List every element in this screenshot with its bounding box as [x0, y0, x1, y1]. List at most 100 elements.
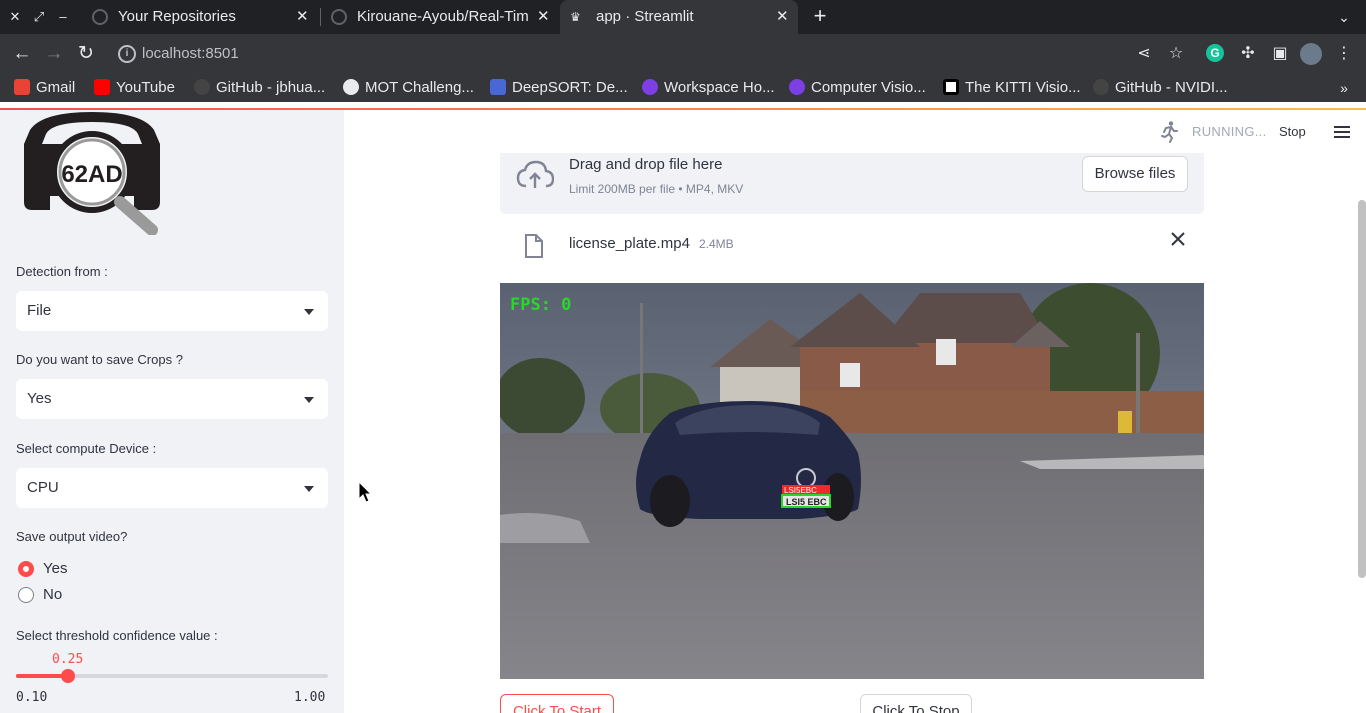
browse-files-button[interactable]: Browse files — [1082, 156, 1188, 192]
bookmark-youtube[interactable]: YouTube — [94, 74, 175, 102]
kitti-icon — [943, 79, 959, 95]
page-scrollbar[interactable] — [1358, 200, 1366, 578]
start-button[interactable]: Click To Start — [500, 694, 614, 713]
dropzone-title: Drag and drop file here — [569, 156, 723, 173]
threshold-label: Select threshold confidence value : — [16, 628, 218, 643]
uploaded-file-size: 2.4MB — [699, 237, 734, 251]
streamlit-crown-icon: ♛ — [570, 10, 581, 24]
remove-file-icon[interactable] — [1170, 231, 1186, 247]
threshold-min-value: 0.10 — [16, 690, 48, 705]
bookmark-label: YouTube — [116, 79, 175, 96]
tab-search-icon[interactable]: ⌄ — [1334, 0, 1354, 34]
window-minimize-icon[interactable]: – — [54, 8, 72, 26]
bookmark-label: DeepSORT: De... — [512, 79, 628, 96]
detection-label-text: LSI5EBC — [784, 486, 817, 495]
github-icon — [1093, 79, 1109, 95]
file-dropzone[interactable]: Drag and drop file here Limit 200MB per … — [500, 153, 1204, 214]
bookmark-label: The KITTI Visio... — [965, 79, 1081, 96]
running-man-icon — [1161, 121, 1178, 143]
gmail-icon — [14, 79, 30, 95]
sidebar: 62AD Detection from : File Do you want t… — [0, 110, 344, 713]
select-value: Yes — [27, 390, 52, 407]
bookmark-star-icon[interactable]: ☆ — [1166, 44, 1186, 64]
window-close-icon[interactable]: ✕ — [6, 8, 24, 26]
save-video-label: Save output video? — [16, 529, 128, 544]
stop-run-button[interactable]: Stop — [1279, 124, 1306, 139]
tab-title: Your Repositories — [118, 8, 236, 25]
tab-close-icon[interactable]: ✕ — [776, 0, 789, 34]
reload-icon[interactable]: ↻ — [74, 42, 98, 66]
running-text: RUNNING... — [1192, 124, 1267, 139]
bookmark-kitti[interactable]: The KITTI Visio... — [943, 74, 1081, 102]
url-text: localhost:8501 — [142, 45, 239, 62]
bookmark-label: GitHub - NVIDI... — [1115, 79, 1228, 96]
bookmark-workspace[interactable]: Workspace Ho... — [642, 74, 775, 102]
radio-checked-icon — [18, 561, 34, 577]
back-arrow-icon[interactable]: ← — [10, 42, 34, 66]
bookmark-computer-vision[interactable]: Computer Visio... — [789, 74, 926, 102]
compute-device-label: Select compute Device : — [16, 441, 157, 456]
github-icon — [194, 79, 210, 95]
bookmark-deepsort[interactable]: DeepSORT: De... — [490, 74, 628, 102]
bookmark-gmail[interactable]: Gmail — [14, 74, 75, 102]
stop-button[interactable]: Click To Stop — [860, 694, 972, 713]
bookmarks-overflow-icon[interactable]: » — [1334, 74, 1354, 102]
video-frame: LSI5EBC LSI5 EBC FPS: 0 — [500, 283, 1204, 679]
tab-your-repositories[interactable]: Your Repositories ✕ — [82, 0, 320, 34]
compute-device-select[interactable]: CPU — [16, 468, 328, 508]
license-plate-text: LSI5 EBC — [786, 497, 827, 507]
file-icon — [525, 234, 543, 258]
github-icon — [331, 9, 347, 25]
chevron-down-icon — [304, 486, 314, 492]
tab-title: Kirouane-Ayoub/Real-Tim — [357, 8, 529, 25]
dropzone-limit-text: Limit 200MB per file • MP4, MKV — [569, 182, 744, 196]
site-info-icon[interactable]: i — [118, 45, 136, 63]
bookmark-label: Gmail — [36, 79, 76, 96]
save-crops-label: Do you want to save Crops ? — [16, 352, 183, 367]
radio-label: No — [43, 586, 63, 603]
extensions-puzzle-icon[interactable]: ✣ — [1238, 44, 1258, 64]
bookmark-github-jbhua[interactable]: GitHub - jbhua... — [194, 74, 325, 102]
save-crops-select[interactable]: Yes — [16, 379, 328, 419]
tab-kirouane-repo[interactable]: Kirouane-Ayoub/Real-Tim ✕ — [321, 0, 559, 34]
threshold-slider[interactable] — [16, 669, 328, 683]
main-content: RUNNING... Stop Drag and drop file here … — [344, 110, 1366, 713]
roboflow-icon — [642, 79, 658, 95]
main-menu-icon[interactable] — [1334, 126, 1350, 138]
detection-source-label: Detection from : — [16, 264, 108, 279]
chevron-down-icon — [304, 397, 314, 403]
youtube-icon — [94, 79, 110, 95]
browser-menu-icon[interactable]: ⋮ — [1334, 44, 1354, 64]
forward-arrow-icon[interactable]: → — [42, 42, 66, 66]
bookmark-github-nvidia[interactable]: GitHub - NVIDI... — [1093, 74, 1228, 102]
tab-close-icon[interactable]: ✕ — [296, 0, 309, 34]
detection-source-select[interactable]: File — [16, 291, 328, 331]
github-icon — [92, 9, 108, 25]
profile-avatar-icon[interactable] — [1300, 43, 1322, 65]
uploaded-file-row: license_plate.mp4 2.4MB — [500, 226, 1204, 266]
side-panel-icon[interactable]: ▣ — [1270, 44, 1290, 64]
fps-overlay: FPS: 0 — [510, 295, 571, 315]
mouse-cursor-icon — [358, 481, 372, 503]
bookmark-label: Workspace Ho... — [664, 79, 775, 96]
slider-thumb[interactable] — [61, 669, 75, 683]
roboflow-icon — [789, 79, 805, 95]
bookmark-mot-challenge[interactable]: MOT Challeng... — [343, 74, 474, 102]
browser-tab-bar: ✕ ⤢ – Your Repositories ✕ Kirouane-Ayoub… — [0, 0, 1366, 34]
tab-close-icon[interactable]: ✕ — [537, 0, 550, 34]
select-value: File — [27, 302, 52, 319]
tab-streamlit-app[interactable]: ♛ app · Streamlit ✕ — [560, 0, 798, 34]
logo-plate-text: 62AD — [61, 161, 122, 188]
new-tab-button[interactable]: + — [808, 0, 832, 34]
uploaded-file-name: license_plate.mp4 — [569, 235, 690, 252]
bookmark-label: MOT Challeng... — [365, 79, 474, 96]
radio-label: Yes — [43, 560, 68, 577]
bookmarks-bar: Gmail YouTube GitHub - jbhua... MOT Chal… — [0, 74, 1366, 102]
browser-toolbar: ← → ↻ i localhost:8501 ⋖ ☆ G ✣ ▣ ⋮ — [0, 34, 1366, 74]
chevron-down-icon — [304, 309, 314, 315]
window-maximize-icon[interactable]: ⤢ — [30, 8, 48, 26]
select-value: CPU — [27, 479, 59, 496]
share-icon[interactable]: ⋖ — [1134, 44, 1154, 64]
grammarly-extension-icon[interactable]: G — [1206, 44, 1226, 64]
bookmark-label: GitHub - jbhua... — [216, 79, 326, 96]
